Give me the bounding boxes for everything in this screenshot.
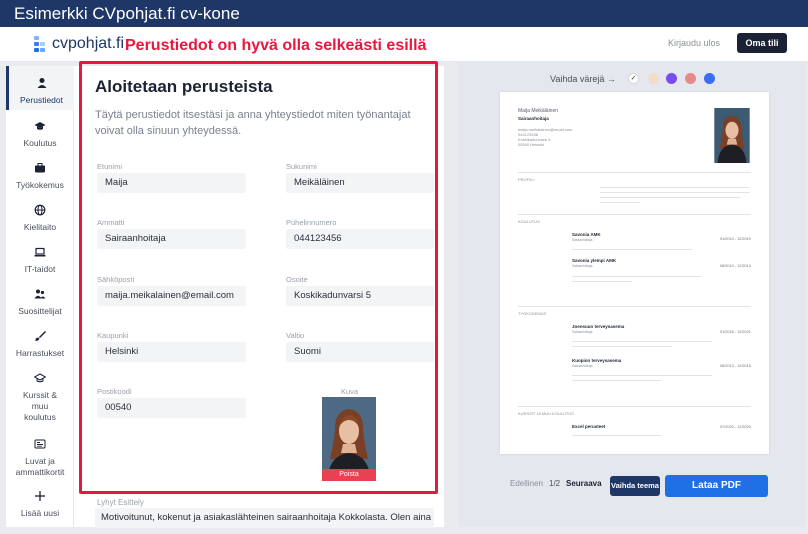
brush-icon — [6, 330, 74, 344]
cv-preview-page: Maija Meikäläinen Sairaanhoitaja maija.m… — [500, 92, 769, 454]
swatch-pink[interactable] — [685, 73, 696, 84]
profession-label: Ammatti — [97, 218, 125, 227]
briefcase-icon — [6, 162, 74, 176]
swatch-beige[interactable] — [648, 73, 659, 84]
postcode-label: Postikoodi — [97, 387, 132, 396]
cv-section-courses: KURSSIT JA MUU KOULUTUS — [518, 411, 574, 416]
cv-job-2-dates: 08/2013 - 12/2015 — [720, 364, 751, 368]
mortarboard-icon — [6, 372, 74, 386]
window-title-banner: Esimerkki CVpohjat.fi cv-kone — [0, 0, 808, 27]
city-input[interactable]: Helsinki — [97, 342, 246, 362]
last-name-label: Sukunimi — [286, 162, 317, 171]
sidebar-item-languages[interactable]: Kielitaito — [6, 204, 74, 232]
address-input[interactable]: Koskikadunvarsi 5 — [286, 286, 434, 306]
cv-edu-1-dates: 01/2010 - 12/2010 — [720, 237, 751, 241]
change-colors-label: Vaihda värejä → — [550, 74, 616, 84]
people-icon — [6, 288, 74, 302]
cv-section-profile: PROFIILI — [518, 177, 535, 182]
globe-icon — [6, 204, 74, 218]
cv-course-dates: 07/2020 - 12/2020 — [720, 425, 751, 429]
logo-icon — [34, 36, 46, 52]
summary-label: Lyhyt Esittely — [97, 498, 144, 507]
cv-job-2-role: Sairaanhoitaja — [572, 364, 593, 368]
sidebar-item-label: Koulutus — [23, 138, 57, 148]
next-page-button[interactable]: Seuraava — [566, 479, 602, 488]
cv-title: Sairaanhoitaja — [518, 116, 549, 121]
form-lead-text: Täytä perustiedot itsestäsi ja anna yhte… — [95, 109, 411, 137]
cv-course-name: Excel perusteet — [572, 424, 606, 429]
check-icon: ✓ — [630, 75, 637, 82]
last-name-input[interactable]: Meikäläinen — [286, 173, 434, 193]
sidebar: Perustiedot Koulutus Työkokemus Kielitai… — [6, 66, 74, 527]
form-title: Aloitetaan perusteista — [95, 77, 273, 96]
cv-job-2-company: Kuopion terveysasema — [572, 358, 622, 363]
previous-page-button[interactable]: Edellinen — [510, 479, 543, 488]
country-label: Valtio — [286, 331, 305, 340]
cv-edu-1-school: Savonia AMK — [572, 232, 601, 237]
swatch-blue[interactable] — [704, 73, 715, 84]
cv-section-education: KOULUTUS — [518, 219, 540, 224]
first-name-input[interactable]: Maija — [97, 173, 246, 193]
sidebar-item-label: Suosittelijat — [18, 306, 62, 316]
graduation-cap-icon — [6, 120, 74, 134]
email-input[interactable]: maija.meikalainen@email.com — [97, 286, 246, 306]
email-label: Sähköposti — [97, 275, 135, 284]
account-button[interactable]: Oma tili — [737, 33, 787, 53]
postcode-input[interactable]: 00540 — [97, 398, 246, 418]
logo[interactable]: cvpohjat.fi — [34, 35, 124, 53]
sidebar-item-label: Työkokemus — [16, 180, 64, 190]
sidebar-item-licenses[interactable]: Luvat ja ammattikortit — [6, 438, 74, 478]
swatch-white[interactable]: ✓ — [628, 73, 639, 84]
change-theme-button[interactable]: Vaihda teema — [610, 476, 660, 496]
top-bar: cvpohjat.fi Perustiedot on hyvä olla sel… — [0, 27, 808, 62]
download-pdf-button[interactable]: Lataa PDF — [665, 475, 768, 497]
cv-edu-2-dates: 08/2010 - 12/2013 — [720, 264, 751, 268]
id-card-icon — [6, 438, 74, 452]
sidebar-item-label: Luvat ja ammattikortit — [15, 456, 65, 477]
photo-label: Kuva — [341, 387, 359, 396]
phone-label: Puhelinnumero — [286, 218, 337, 227]
cv-name: Maija Meikäläinen — [518, 108, 559, 114]
swatch-purple[interactable] — [666, 73, 677, 84]
cv-job-1-dates: 01/2016 - 12/2021 — [720, 330, 751, 334]
person-icon — [9, 77, 74, 91]
remove-photo-button[interactable]: Poista — [322, 469, 376, 481]
country-input[interactable]: Suomi — [286, 342, 434, 362]
cv-job-1-company: Joensuun terveysasema — [572, 324, 625, 329]
cv-photo — [714, 108, 750, 163]
summary-textarea[interactable]: Motivoitunut, kokenut ja asiakaslähteine… — [95, 508, 434, 528]
logo-text: cvpohjat.fi — [52, 35, 125, 52]
cv-job-1-role: Sairaanhoitaja — [572, 330, 593, 334]
sidebar-item-hobbies[interactable]: Harrastukset — [6, 330, 74, 358]
cv-edu-1-degree: Sairaanhoitaja — [572, 238, 593, 242]
sidebar-item-label: IT-taidot — [24, 264, 56, 274]
sidebar-item-label: Perustiedot — [20, 95, 63, 105]
sidebar-item-references[interactable]: Suosittelijat — [6, 288, 74, 316]
sidebar-item-label: Kurssit & muu koulutus — [22, 390, 57, 422]
annotation-caption: Perustiedot on hyvä olla selkeästi esill… — [125, 37, 427, 54]
sidebar-item-add-new[interactable]: Lisää uusi — [6, 490, 74, 518]
cv-contact-city: 00540 Helsinki — [518, 142, 545, 147]
phone-input[interactable]: 044123456 — [286, 229, 434, 249]
cv-edu-2-degree: Sairaanhoitaja — [572, 264, 593, 268]
page-indicator: 1/2 — [549, 479, 561, 488]
sidebar-item-basic-info[interactable]: Perustiedot — [6, 66, 74, 110]
sidebar-item-courses[interactable]: Kurssit & muu koulutus — [6, 372, 74, 423]
cv-section-work: TYÖKOKEMUS — [518, 311, 547, 316]
sidebar-item-label: Lisää uusi — [20, 508, 60, 518]
city-label: Kaupunki — [97, 331, 129, 340]
logout-link[interactable]: Kirjaudu ulos — [668, 38, 720, 48]
sidebar-item-label: Kielitaito — [23, 222, 57, 232]
plus-icon — [6, 490, 74, 504]
cv-edu-2-school: Savonia ylempi AMK — [572, 258, 617, 263]
address-label: Osoite — [286, 275, 308, 284]
profession-input[interactable]: Sairaanhoitaja — [97, 229, 246, 249]
sidebar-item-education[interactable]: Koulutus — [6, 120, 74, 148]
first-name-label: Etunimi — [97, 162, 123, 171]
laptop-icon — [6, 246, 74, 260]
sidebar-item-label: Harrastukset — [15, 348, 65, 358]
sidebar-item-work-experience[interactable]: Työkokemus — [6, 162, 74, 190]
sidebar-item-it-skills[interactable]: IT-taidot — [6, 246, 74, 274]
